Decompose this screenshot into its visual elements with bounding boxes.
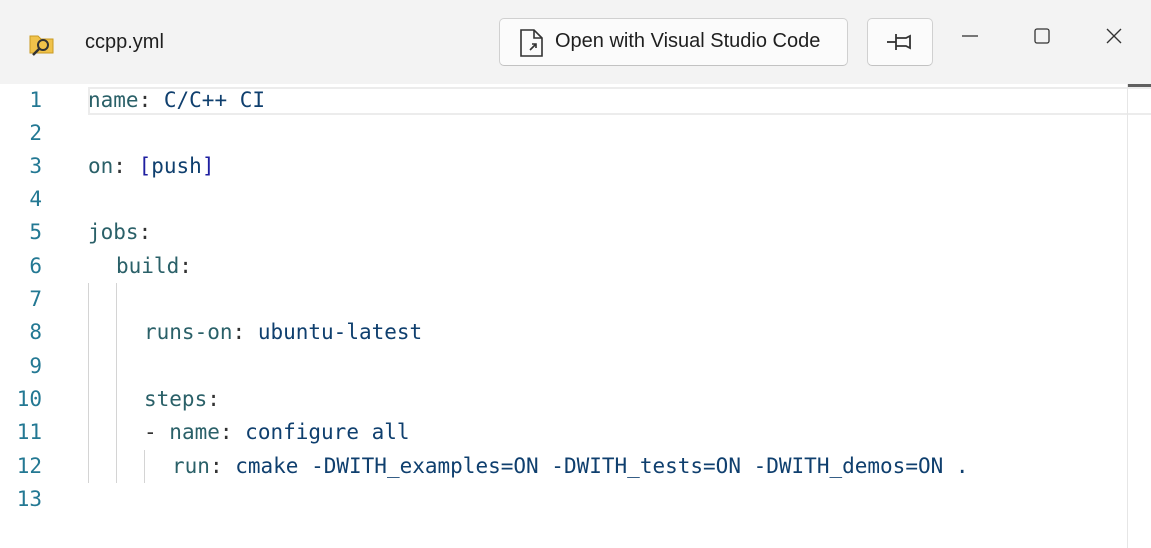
yaml-separator: : (219, 420, 246, 444)
maximize-icon[interactable] (1030, 24, 1054, 48)
document-arrow-icon (520, 29, 543, 57)
line-number: 4 (29, 187, 42, 211)
line-number: 11 (16, 420, 42, 444)
yaml-key: runs-on (144, 320, 233, 344)
code-line: runs-on: ubuntu-latest (144, 316, 422, 349)
pin-icon (887, 34, 911, 50)
pin-button[interactable] (867, 18, 933, 66)
window-title: ccpp.yml (85, 31, 164, 53)
code-line: steps: (144, 383, 220, 416)
yaml-key: name (169, 420, 220, 444)
yaml-key: steps (144, 387, 208, 411)
line-number: 13 (16, 487, 42, 511)
line-number: 3 (29, 154, 42, 178)
folder-search-icon (29, 35, 54, 56)
yaml-separator: : (232, 320, 258, 344)
yaml-separator: : (207, 387, 220, 411)
vertical-scrollbar[interactable] (1127, 84, 1128, 548)
open-with-vscode-button[interactable]: Open with Visual Studio Code (499, 18, 848, 66)
yaml-key: on (88, 154, 114, 178)
indent-guide (116, 283, 117, 483)
line-number: 8 (29, 320, 42, 344)
yaml-value: ubuntu-latest (257, 320, 423, 344)
line-number: 2 (29, 121, 42, 145)
line-number: 12 (16, 454, 42, 478)
indent-guide (88, 283, 89, 483)
yaml-value: configure all (245, 420, 410, 444)
yaml-value: push (151, 154, 202, 178)
yaml-bracket: ] (201, 154, 215, 178)
yaml-separator: : (209, 454, 236, 478)
yaml-dash: - (144, 420, 170, 444)
yaml-separator: : (179, 254, 192, 278)
line-number: 1 (29, 88, 42, 112)
code-editor[interactable]: 1 2 3 4 5 6 7 8 9 10 11 12 13 name: C/C+… (0, 84, 1151, 548)
code-line: on: [push] (88, 150, 214, 183)
code-line: - name: configure all (144, 416, 410, 449)
yaml-value: C/C++ CI (163, 88, 266, 112)
yaml-key: name (88, 88, 139, 112)
close-icon[interactable] (1102, 24, 1126, 48)
line-number: 7 (29, 287, 42, 311)
yaml-bracket: [ (138, 154, 152, 178)
indent-guide (144, 450, 145, 483)
line-number: 5 (29, 220, 42, 244)
code-line: name: C/C++ CI (88, 84, 265, 117)
yaml-key: run (172, 454, 210, 478)
yaml-key: build (116, 254, 180, 278)
yaml-separator: : (113, 154, 139, 178)
yaml-value: cmake -DWITH_examples=ON -DWITH_tests=ON… (235, 454, 969, 478)
line-number: 9 (29, 354, 42, 378)
code-line: run: cmake -DWITH_examples=ON -DWITH_tes… (172, 450, 969, 483)
open-with-vscode-label: Open with Visual Studio Code (555, 30, 821, 52)
code-line: build: (116, 250, 192, 283)
scrollbar-thumb[interactable] (1128, 84, 1151, 87)
title-bar: ccpp.yml Open with Visual Studio Code (0, 0, 1151, 84)
minimize-icon[interactable] (958, 24, 982, 48)
line-number: 10 (16, 387, 42, 411)
line-number: 6 (29, 254, 42, 278)
yaml-key: jobs (88, 220, 139, 244)
yaml-separator: : (138, 88, 164, 112)
code-line: jobs: (88, 216, 151, 249)
yaml-separator: : (138, 220, 152, 244)
